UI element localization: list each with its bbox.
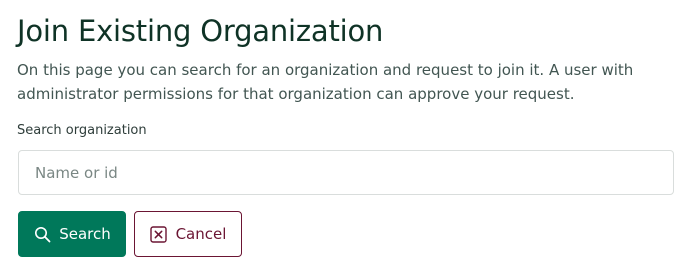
close-square-icon xyxy=(150,225,168,243)
cancel-button[interactable]: Cancel xyxy=(134,211,242,257)
page-description: On this page you can search for an organ… xyxy=(17,61,634,103)
search-button-label: Search xyxy=(59,225,111,243)
join-organization-page: Join Existing Organization On this page … xyxy=(0,0,675,276)
search-button[interactable]: Search xyxy=(18,211,126,257)
search-icon xyxy=(33,225,51,243)
page-title: Join Existing Organization xyxy=(17,14,384,48)
search-organization-input[interactable] xyxy=(18,150,674,195)
search-organization-label: Search organization xyxy=(17,123,147,138)
cancel-button-label: Cancel xyxy=(175,225,227,243)
